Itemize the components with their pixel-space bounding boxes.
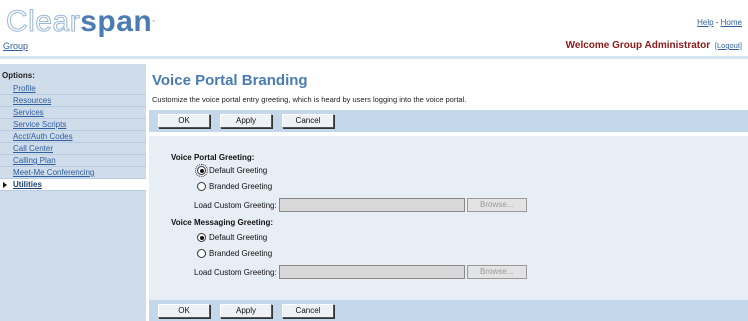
sidebar-item-utilities[interactable]: Utilities xyxy=(0,179,146,191)
vm-branded-greeting-text: Branded Greeting xyxy=(209,249,273,258)
vp-branded-greeting-text: Branded Greeting xyxy=(209,182,273,191)
vp-default-greeting-option[interactable]: Default Greeting xyxy=(195,164,268,177)
bottom-button-bar: OK Apply Cancel xyxy=(149,300,748,321)
help-link[interactable]: Help xyxy=(697,18,713,27)
cancel-button[interactable]: Cancel xyxy=(282,114,334,128)
voice-portal-greeting-label: Voice Portal Greeting: xyxy=(171,153,255,162)
vp-branded-greeting-radio[interactable] xyxy=(197,182,206,191)
welcome-message: Welcome Group Administrator [Logout] xyxy=(566,40,742,51)
sidebar-item-services[interactable]: Services xyxy=(0,107,146,119)
top-header: Clearspan° Help - Home Group Welcome Gro… xyxy=(0,0,748,56)
link-separator: - xyxy=(713,18,721,27)
sidebar-item-service-scripts[interactable]: Service Scripts xyxy=(0,119,146,131)
active-pointer-icon xyxy=(3,182,7,188)
apply-button-bottom[interactable]: Apply xyxy=(220,304,272,318)
clearspan-logo: Clearspan° xyxy=(5,5,156,38)
sidebar-item-label: Utilities xyxy=(13,180,42,189)
logo-mark: ° xyxy=(152,20,156,27)
greeting-settings-panel: Voice Portal Greeting: Default Greeting … xyxy=(149,136,748,302)
group-breadcrumb-link[interactable]: Group xyxy=(3,41,28,51)
apply-button[interactable]: Apply xyxy=(220,114,272,128)
vm-custom-greeting-file-field[interactable] xyxy=(278,265,465,279)
sidebar: Options: Profile Resources Services Serv… xyxy=(0,64,146,321)
ok-button[interactable]: OK xyxy=(158,114,210,128)
vp-default-greeting-text: Default Greeting xyxy=(209,166,268,175)
vp-branded-greeting-option[interactable]: Branded Greeting xyxy=(197,182,272,191)
vp-load-custom-greeting-label: Load Custom Greeting: xyxy=(194,200,277,210)
logo-text-light: Clear xyxy=(5,5,81,38)
cancel-button-bottom[interactable]: Cancel xyxy=(282,304,334,318)
page-description: Customize the voice portal entry greetin… xyxy=(152,95,467,104)
vm-default-greeting-text: Default Greeting xyxy=(209,233,268,242)
page-title: Voice Portal Branding xyxy=(152,72,308,89)
vp-load-custom-greeting-row: Load Custom Greeting: Browse... xyxy=(194,198,527,212)
sidebar-item-acct-auth-codes[interactable]: Acct/Auth Codes xyxy=(0,131,146,143)
vm-default-greeting-option[interactable]: Default Greeting xyxy=(197,233,267,242)
logout-link[interactable]: [Logout] xyxy=(715,41,742,50)
voice-messaging-greeting-label: Voice Messaging Greeting: xyxy=(171,218,274,227)
sidebar-item-call-center[interactable]: Call Center xyxy=(0,143,146,155)
vm-branded-greeting-radio[interactable] xyxy=(197,249,206,258)
sidebar-title: Options: xyxy=(2,71,35,80)
ok-button-bottom[interactable]: OK xyxy=(158,304,210,318)
top-button-bar: OK Apply Cancel xyxy=(149,110,748,132)
vp-custom-greeting-file-field[interactable] xyxy=(278,198,465,212)
vm-default-greeting-radio[interactable] xyxy=(197,233,206,242)
vm-browse-button[interactable]: Browse... xyxy=(466,265,527,279)
vp-default-greeting-radio[interactable] xyxy=(195,164,208,177)
vm-load-custom-greeting-row: Load Custom Greeting: Browse... xyxy=(194,265,527,279)
welcome-text: Welcome Group Administrator xyxy=(565,40,711,51)
vm-load-custom-greeting-label: Load Custom Greeting: xyxy=(194,267,277,277)
home-link[interactable]: Home xyxy=(721,18,742,27)
vm-branded-greeting-option[interactable]: Branded Greeting xyxy=(197,249,272,258)
sidebar-item-meet-me-conferencing[interactable]: Meet-Me Conferencing xyxy=(0,167,146,179)
vp-browse-button[interactable]: Browse... xyxy=(466,198,527,212)
sidebar-item-profile[interactable]: Profile xyxy=(0,83,146,95)
sidebar-item-resources[interactable]: Resources xyxy=(0,95,146,107)
top-links: Help - Home xyxy=(697,18,742,27)
sidebar-item-calling-plan[interactable]: Calling Plan xyxy=(0,155,146,167)
main-content: Voice Portal Branding Customize the voic… xyxy=(146,64,748,321)
header-divider xyxy=(0,56,748,59)
logo-text-bold: span xyxy=(80,5,153,38)
